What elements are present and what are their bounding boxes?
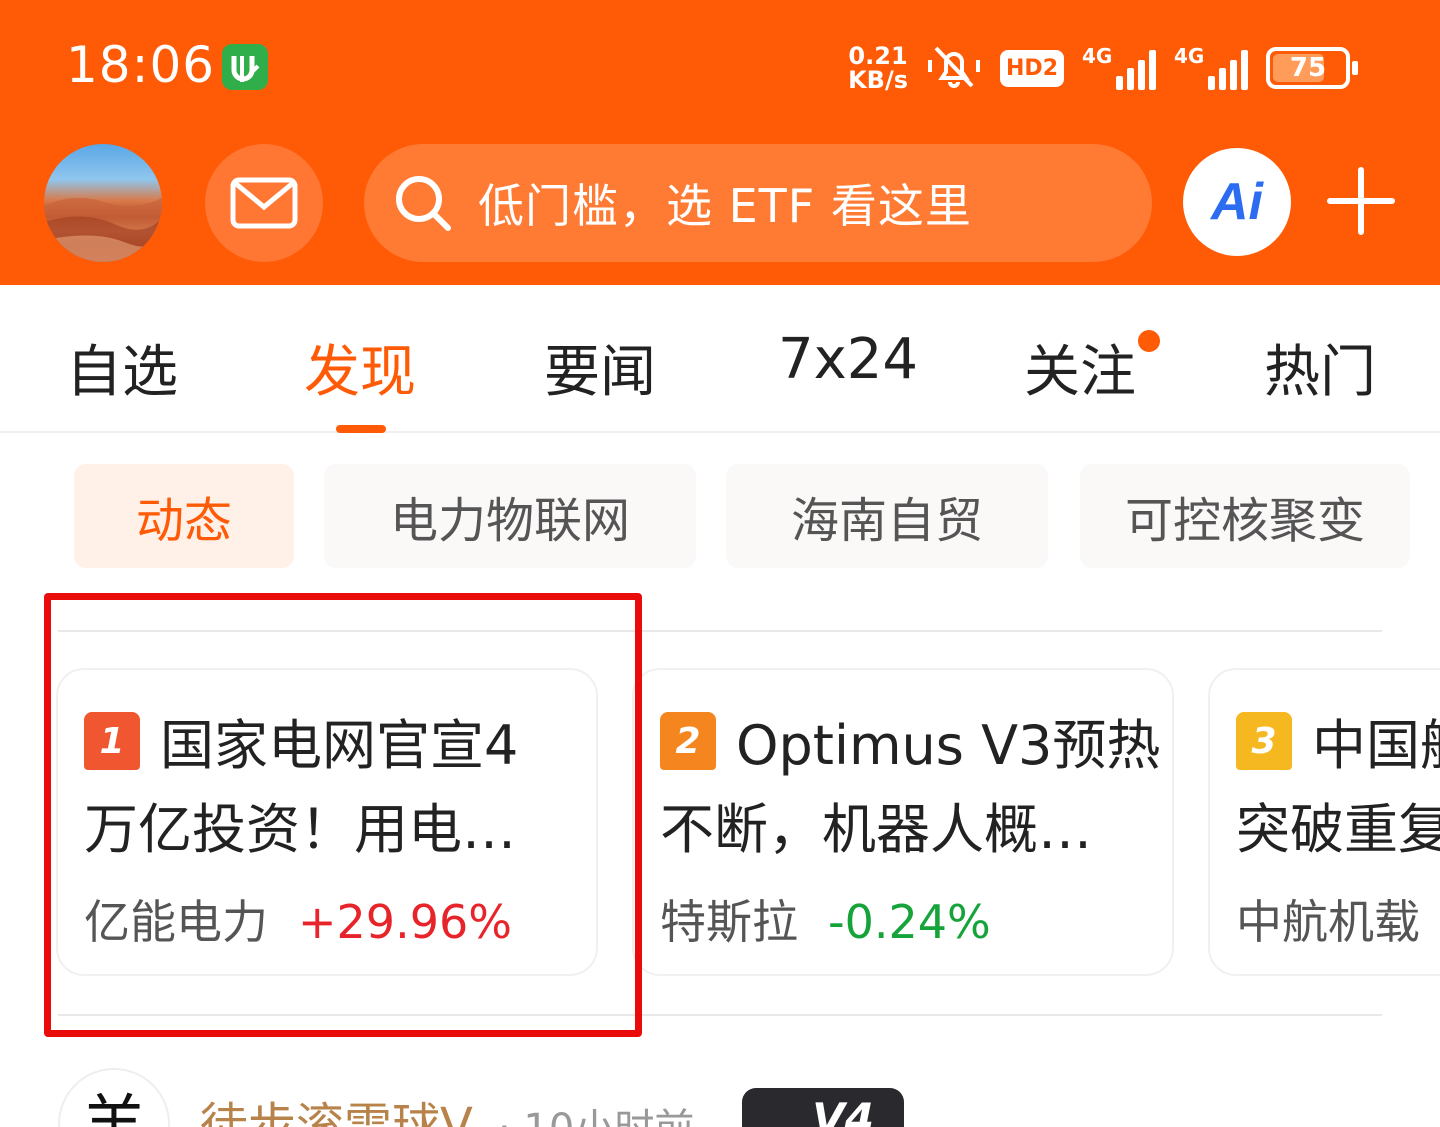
ai-label: Ai bbox=[1211, 173, 1263, 231]
stock-change: -0.24% bbox=[828, 895, 991, 949]
search-icon bbox=[396, 176, 451, 231]
card-title: 中国航 突破重复 bbox=[1236, 714, 1440, 861]
search-placeholder: 低门槛，选 ETF 看这里 bbox=[478, 179, 972, 233]
mail-icon bbox=[230, 177, 298, 229]
net-speed: 0.21 KB/s bbox=[848, 44, 908, 92]
active-tab-indicator bbox=[336, 425, 386, 433]
mute-icon bbox=[926, 42, 982, 94]
hd-badge: HD2 bbox=[1000, 49, 1064, 87]
chip-hainan-ftz[interactable]: 海南自贸 bbox=[726, 464, 1048, 568]
chip-power-iot[interactable]: 电力物联网 bbox=[324, 464, 696, 568]
main-tab-bar: 自选 发现 要闻 7x24 关注 热门 bbox=[0, 285, 1440, 433]
user-avatar[interactable] bbox=[44, 144, 162, 262]
battery-icon: 75 bbox=[1266, 47, 1358, 89]
battery-level: 75 bbox=[1289, 53, 1327, 83]
feed-timestamp: · 10小时前 bbox=[498, 1096, 694, 1127]
tab-hot[interactable]: 热门 bbox=[1264, 327, 1376, 408]
tab-7x24[interactable]: 7x24 bbox=[778, 327, 918, 392]
sim2-network: 4G bbox=[1174, 44, 1205, 68]
card-stock: 中航机载 bbox=[1236, 886, 1420, 952]
message-button[interactable] bbox=[205, 144, 323, 262]
signal-sim1-icon: 4G bbox=[1082, 44, 1156, 90]
search-bar[interactable]: 低门槛，选 ETF 看这里 bbox=[364, 144, 1152, 262]
add-button[interactable] bbox=[1326, 166, 1396, 236]
tab-following[interactable]: 关注 bbox=[1024, 327, 1136, 408]
tab-news[interactable]: 要闻 bbox=[544, 327, 656, 408]
vip-badge: V4 bbox=[742, 1088, 904, 1127]
hot-card-3[interactable]: 3 中国航 突破重复 中航机载 bbox=[1208, 668, 1440, 976]
card-stock: 特斯拉 -0.24% bbox=[660, 886, 991, 952]
ai-assistant-button[interactable]: Ai bbox=[1183, 148, 1291, 256]
net-speed-unit: KB/s bbox=[848, 66, 909, 94]
sim1-network: 4G bbox=[1082, 44, 1113, 68]
chip-nuclear-fusion[interactable]: 可控核聚变 bbox=[1080, 464, 1410, 568]
app-notification-icon bbox=[222, 44, 268, 90]
feed-author-name[interactable]: 徒步滚雪球V bbox=[200, 1086, 473, 1127]
feed-author-avatar[interactable]: 羊 bbox=[58, 1068, 170, 1127]
net-speed-value: 0.21 bbox=[848, 42, 908, 70]
notification-dot bbox=[1138, 330, 1160, 352]
tab-discover[interactable]: 发现 bbox=[304, 327, 416, 408]
top-header: 18:06 0.21 KB/s HD2 4G 4G 75 低门槛，选 ETF 看… bbox=[0, 0, 1440, 285]
plus-icon bbox=[1327, 167, 1395, 235]
stock-name: 特斯拉 bbox=[660, 895, 798, 949]
card-title: Optimus V3预热 不断，机器人概… bbox=[660, 714, 1161, 861]
status-indicators: 0.21 KB/s HD2 4G 4G 75 bbox=[848, 40, 1358, 96]
signal-sim2-icon: 4G bbox=[1174, 44, 1248, 90]
tab-watchlist[interactable]: 自选 bbox=[66, 327, 178, 408]
highlight-annotation bbox=[44, 593, 642, 1037]
stock-name: 中航机载 bbox=[1236, 895, 1420, 949]
hot-card-2[interactable]: 2 Optimus V3预热 不断，机器人概… 特斯拉 -0.24% bbox=[632, 668, 1174, 976]
status-time: 18:06 bbox=[66, 36, 216, 94]
chip-dynamics[interactable]: 动态 bbox=[74, 464, 294, 568]
